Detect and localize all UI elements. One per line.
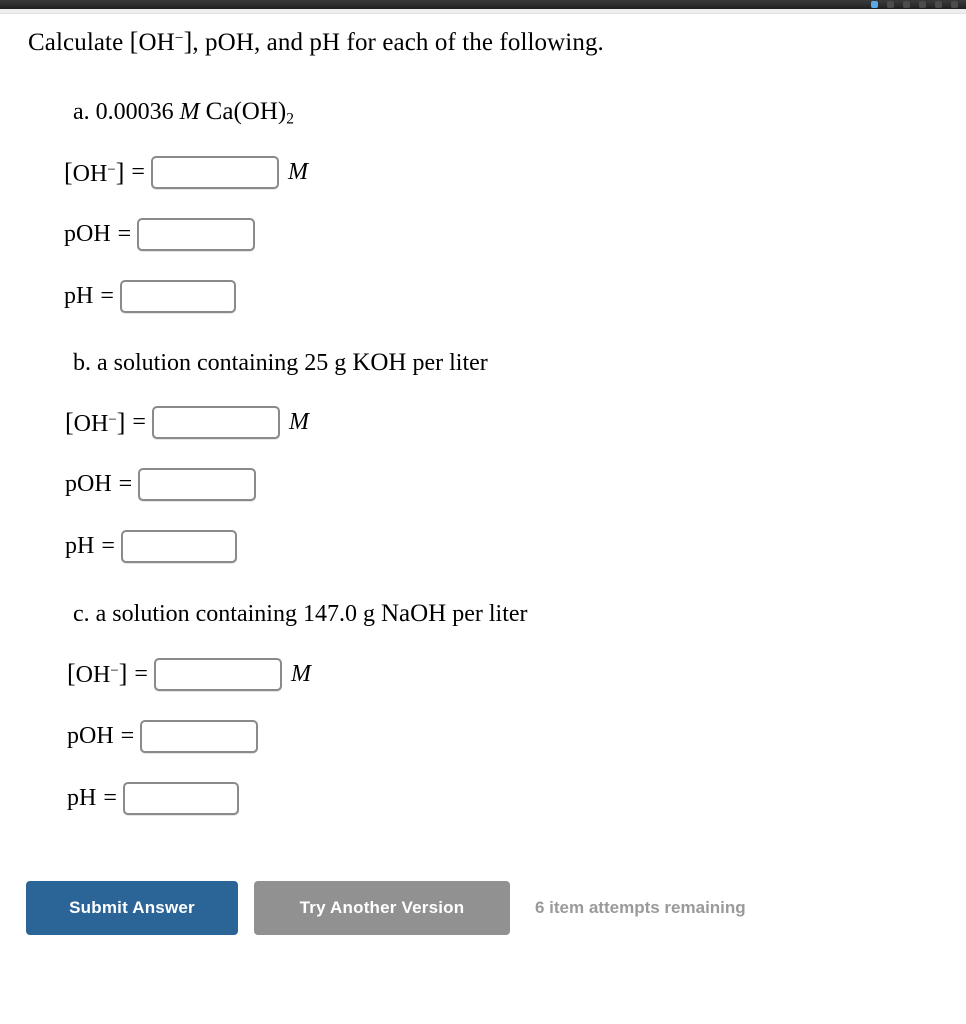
part-a-number: 0.00036 (95, 98, 174, 125)
part-a-hydroxide-label: [OH−] (64, 158, 124, 188)
part-a-poh-label: pOH (64, 221, 111, 248)
prompt-species: OH (138, 29, 175, 56)
part-b-poh-input[interactable] (138, 468, 257, 502)
part-c-hydroxide-label: [OH−] (67, 659, 127, 689)
bracket-open: [ (64, 157, 73, 187)
part-c-hydroxide-input[interactable] (153, 657, 282, 691)
attempts-remaining-text: 6 item attempts remaining (535, 897, 746, 917)
bracket-close: ] (116, 407, 126, 437)
toolbar-icon-1 (887, 1, 894, 8)
bracket-open: [ (67, 659, 76, 689)
submit-answer-button[interactable]: Submit Answer (26, 880, 238, 935)
oh-text: OH (73, 410, 109, 437)
part-b-poh-label: pOH (65, 471, 112, 498)
equals-sign: = (117, 221, 132, 248)
part-b-ph-input[interactable] (120, 530, 237, 564)
part-a-poh-input[interactable] (137, 218, 256, 252)
bracket-close: ] (115, 157, 125, 187)
toolbar-icon-2 (903, 1, 910, 8)
part-c-stem: c. a solution containing 147.0 g NaOH pe… (73, 598, 966, 629)
part-a-ph-label: pH (64, 283, 94, 310)
equals-sign: = (103, 784, 117, 811)
part-b-marker: b. (73, 350, 91, 377)
part-b-hydroxide-label: [OH−] (65, 408, 125, 438)
part-a-formula-subscript: 2 (286, 109, 294, 127)
toolbar-icon-4 (935, 1, 942, 8)
question-prompt: Calculate [OH−], pOH, and pH for each of… (28, 26, 966, 59)
part-b-text: a solution containing 25 g (97, 350, 347, 377)
equals-sign: = (118, 471, 133, 498)
chrome-separator (0, 9, 966, 14)
equals-sign: = (134, 660, 148, 687)
part-c-suffix: per liter (452, 601, 528, 628)
prompt-rest: , pOH, and pH for each of the following. (192, 29, 604, 56)
question-page: Calculate [OH−], pOH, and pH for each of… (0, 26, 966, 935)
part-a-ph-input[interactable] (119, 280, 236, 314)
cursor-icon (871, 1, 878, 8)
question-part-a: a. 0.00036 M Ca(OH)2 [OH−] = M pOH = pH … (28, 96, 966, 314)
part-a-formula: Ca(OH)2 (205, 97, 294, 127)
part-c-poh-label: pOH (67, 722, 114, 749)
equals-sign: = (132, 409, 146, 436)
part-c-poh-input[interactable] (140, 719, 259, 753)
part-c-ph-row: pH = (67, 781, 966, 815)
part-a-formula-paren-open: ( (233, 97, 242, 125)
equals-sign: = (131, 159, 145, 186)
browser-chrome-bar (0, 0, 966, 9)
part-a-formula-paren-close: ) (277, 97, 287, 125)
equals-sign: = (101, 533, 115, 560)
oh-charge: − (110, 663, 119, 680)
part-a-formula-group: OH (241, 97, 278, 125)
prompt-lead: Calculate (28, 29, 124, 56)
equals-sign: = (100, 283, 114, 310)
question-part-c: c. a solution containing 147.0 g NaOH pe… (28, 598, 966, 815)
part-a-poh-row: pOH = (64, 218, 966, 252)
part-c-poh-row: pOH = (67, 719, 966, 753)
part-a-stem: a. 0.00036 M Ca(OH)2 (73, 96, 966, 129)
part-b-hydroxide-input[interactable] (151, 406, 280, 440)
part-b-ph-row: pH = (65, 530, 966, 564)
toolbar-icon-3 (919, 1, 926, 8)
question-part-b: b. a solution containing 25 g KOH per li… (28, 347, 966, 564)
try-another-version-button[interactable]: Try Another Version (254, 880, 510, 935)
part-b-hydroxide-unit: M (288, 409, 309, 436)
oh-charge: − (108, 411, 117, 428)
equals-sign: = (120, 722, 135, 749)
part-c-marker: c. (73, 601, 90, 628)
oh-text: OH (75, 662, 111, 689)
part-b-ph-label: pH (65, 533, 95, 560)
part-b-hydroxide-row: [OH−] = M (65, 406, 966, 440)
part-c-formula: NaOH (380, 600, 447, 628)
part-a-marker: a. (73, 98, 90, 125)
part-b-poh-row: pOH = (65, 468, 966, 502)
part-c-hydroxide-row: [OH−] = M (67, 657, 966, 691)
oh-charge: − (107, 161, 116, 178)
bracket-open: [ (65, 407, 74, 437)
part-c-hydroxide-unit: M (290, 660, 311, 687)
part-b-formula: KOH (352, 349, 407, 377)
toolbar-icon-5 (951, 1, 958, 8)
prompt-species-charge: − (174, 29, 184, 47)
part-b-suffix: per liter (412, 350, 488, 377)
action-bar: Submit Answer Try Another Version 6 item… (26, 880, 966, 935)
part-c-text: a solution containing 147.0 g (95, 601, 375, 628)
bracket-close: ] (118, 659, 128, 689)
part-a-hydroxide-unit: M (287, 159, 308, 186)
part-b-stem: b. a solution containing 25 g KOH per li… (73, 347, 966, 378)
part-a-ph-row: pH = (64, 280, 966, 314)
part-a-hydroxide-row: [OH−] = M (64, 156, 966, 190)
part-a-hydroxide-input[interactable] (150, 156, 279, 190)
part-a-formula-main: Ca (205, 97, 234, 125)
part-c-ph-label: pH (67, 784, 97, 811)
chrome-toolbar-icons (871, 0, 958, 9)
part-a-unit: M (179, 98, 200, 125)
part-c-ph-input[interactable] (122, 781, 239, 815)
oh-text: OH (72, 160, 108, 187)
